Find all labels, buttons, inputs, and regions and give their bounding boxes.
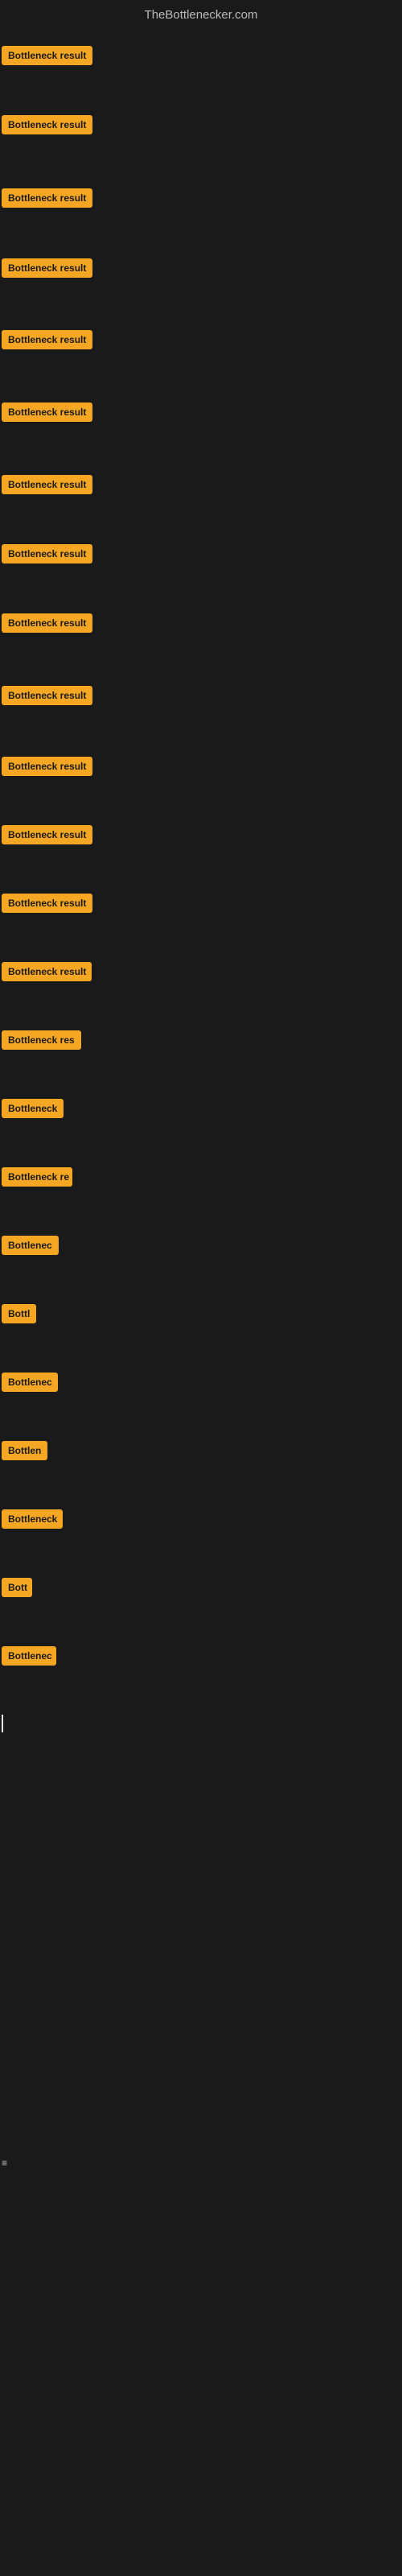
bottleneck-badge[interactable]: Bottleneck result	[2, 115, 92, 134]
bottleneck-item-7[interactable]: Bottleneck result	[2, 475, 92, 498]
bottleneck-item-13[interactable]: Bottleneck result	[2, 894, 92, 917]
bottleneck-item-16[interactable]: Bottleneck	[2, 1099, 64, 1122]
bottleneck-badge[interactable]: Bottleneck result	[2, 894, 92, 913]
bottleneck-badge[interactable]: Bottleneck	[2, 1099, 64, 1118]
bottleneck-badge[interactable]: Bottleneck result	[2, 402, 92, 422]
bottleneck-item-17[interactable]: Bottleneck re	[2, 1167, 72, 1191]
bottleneck-badge[interactable]: Bottlenec	[2, 1373, 58, 1392]
bottleneck-badge[interactable]: Bottleneck res	[2, 1030, 81, 1050]
bottleneck-badge[interactable]: Bottleneck result	[2, 686, 92, 705]
bottleneck-badge[interactable]: Bottleneck result	[2, 46, 92, 65]
page-wrapper: TheBottlenecker.com Bottleneck result Bot…	[0, 0, 402, 2576]
bottleneck-item-23[interactable]: Bott	[2, 1578, 32, 1601]
bottleneck-badge[interactable]: Bottleneck result	[2, 962, 92, 981]
bottleneck-item-14[interactable]: Bottleneck result	[2, 962, 92, 985]
bottleneck-item-20[interactable]: Bottlenec	[2, 1373, 58, 1396]
bottleneck-badge[interactable]: Bottleneck	[2, 1509, 63, 1529]
bottleneck-badge[interactable]: Bottlenec	[2, 1646, 56, 1666]
bottleneck-badge[interactable]: Bottleneck result	[2, 330, 92, 349]
bottleneck-badge[interactable]: Bottleneck result	[2, 825, 92, 844]
site-title: TheBottlenecker.com	[0, 0, 402, 27]
bottleneck-badge[interactable]: Bottleneck result	[2, 757, 92, 776]
bottleneck-item-2[interactable]: Bottleneck result	[2, 115, 92, 138]
bottleneck-badge[interactable]: Bottleneck result	[2, 475, 92, 494]
bottleneck-badge[interactable]: Bottleneck result	[2, 188, 92, 208]
bottleneck-item-15[interactable]: Bottleneck res	[2, 1030, 81, 1054]
small-text-indicator: ≡	[2, 2157, 7, 2169]
bottleneck-item-4[interactable]: Bottleneck result	[2, 258, 92, 282]
bottleneck-item-11[interactable]: Bottleneck result	[2, 757, 92, 780]
bottleneck-item-1[interactable]: Bottleneck result	[2, 46, 92, 69]
bottleneck-item-5[interactable]: Bottleneck result	[2, 330, 92, 353]
bottleneck-item-22[interactable]: Bottleneck	[2, 1509, 63, 1533]
bottleneck-badge[interactable]: Bott	[2, 1578, 32, 1597]
bottleneck-badge[interactable]: Bottleneck re	[2, 1167, 72, 1187]
bottleneck-badge[interactable]: Bottleneck result	[2, 613, 92, 633]
bottleneck-item-18[interactable]: Bottlenec	[2, 1236, 59, 1259]
bottleneck-item-19[interactable]: Bottl	[2, 1304, 36, 1327]
bottleneck-item-8[interactable]: Bottleneck result	[2, 544, 92, 568]
bottleneck-item-3[interactable]: Bottleneck result	[2, 188, 92, 212]
bottleneck-badge[interactable]: Bottlen	[2, 1441, 47, 1460]
bottleneck-badge[interactable]: Bottleneck result	[2, 258, 92, 278]
bottleneck-item-12[interactable]: Bottleneck result	[2, 825, 92, 848]
bottleneck-item-9[interactable]: Bottleneck result	[2, 613, 92, 637]
cursor-indicator	[2, 1715, 3, 1732]
bottleneck-item-10[interactable]: Bottleneck result	[2, 686, 92, 709]
bottleneck-badge[interactable]: Bottleneck result	[2, 544, 92, 564]
bottleneck-item-24[interactable]: Bottlenec	[2, 1646, 56, 1670]
bottleneck-badge[interactable]: Bottl	[2, 1304, 36, 1323]
bottleneck-item-21[interactable]: Bottlen	[2, 1441, 47, 1464]
bottleneck-badge[interactable]: Bottlenec	[2, 1236, 59, 1255]
bottleneck-item-6[interactable]: Bottleneck result	[2, 402, 92, 426]
